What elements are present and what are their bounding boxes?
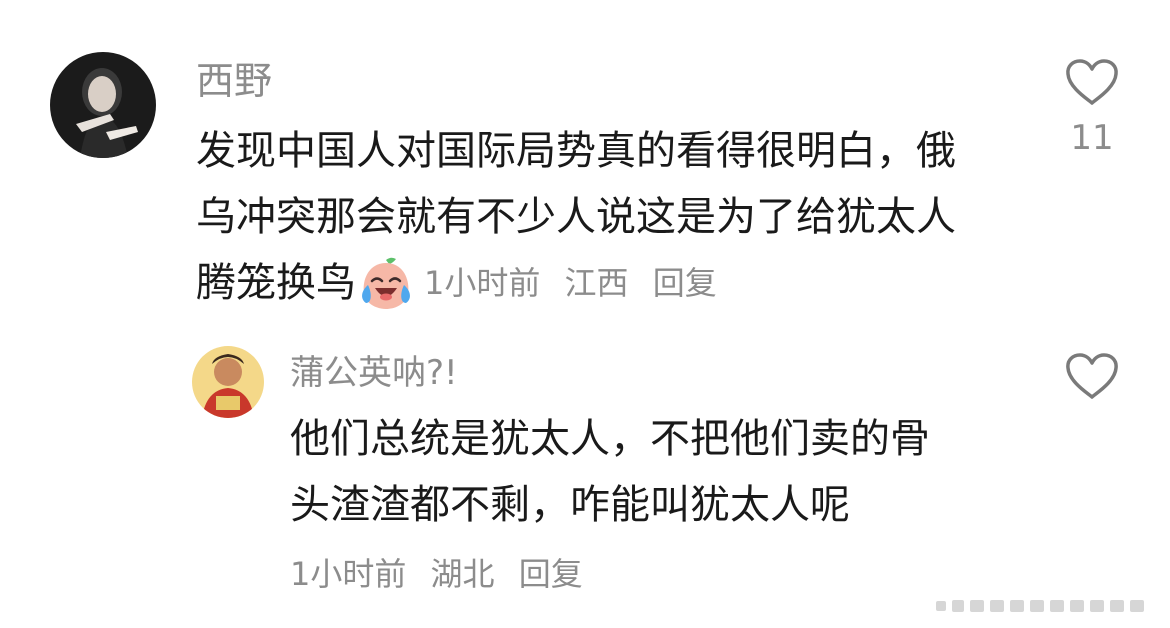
comment-username[interactable]: 西野 bbox=[196, 58, 272, 104]
comment-location: 江西 bbox=[564, 264, 629, 302]
reply-button[interactable]: 回复 bbox=[653, 264, 717, 302]
reply-username[interactable]: 蒲公英呐?! bbox=[290, 352, 458, 394]
comment-line: 腾笼换鸟 bbox=[196, 260, 356, 306]
watermark-icon bbox=[936, 598, 1146, 612]
reply-button[interactable]: 回复 bbox=[519, 555, 583, 593]
reply-line: 他们总统是犹太人，不把他们卖的骨 bbox=[290, 416, 930, 462]
reply-text: 他们总统是犹太人，不把他们卖的骨 头渣渣都不剩，咋能叫犹太人呢 bbox=[290, 406, 930, 538]
reply-meta: 1小时前 湖北 回复 bbox=[290, 552, 597, 596]
reply-time: 1小时前 bbox=[290, 555, 407, 593]
heart-outline-icon bbox=[1066, 59, 1118, 105]
reply-line: 头渣渣都不剩，咋能叫犹太人呢 bbox=[290, 482, 850, 528]
avatar[interactable] bbox=[50, 52, 156, 158]
reply-location: 湖北 bbox=[430, 555, 495, 593]
like-button[interactable] bbox=[1064, 352, 1120, 400]
comment-meta: 1小时前 江西 回复 bbox=[424, 250, 731, 316]
heart-outline-icon bbox=[1066, 353, 1118, 399]
comment-time: 1小时前 bbox=[424, 264, 541, 302]
crying-laughing-emoji-icon bbox=[358, 255, 414, 311]
comment-text: 发现中国人对国际局势真的看得很明白，俄 乌冲突那会就有不少人说这是为了给犹太人 … bbox=[196, 118, 956, 316]
comment-line: 乌冲突那会就有不少人说这是为了给犹太人 bbox=[196, 194, 956, 240]
comment-line: 发现中国人对国际局势真的看得很明白，俄 bbox=[196, 128, 956, 174]
like-button[interactable]: 11 bbox=[1064, 58, 1120, 158]
like-count: 11 bbox=[1070, 118, 1114, 158]
avatar[interactable] bbox=[192, 346, 264, 418]
